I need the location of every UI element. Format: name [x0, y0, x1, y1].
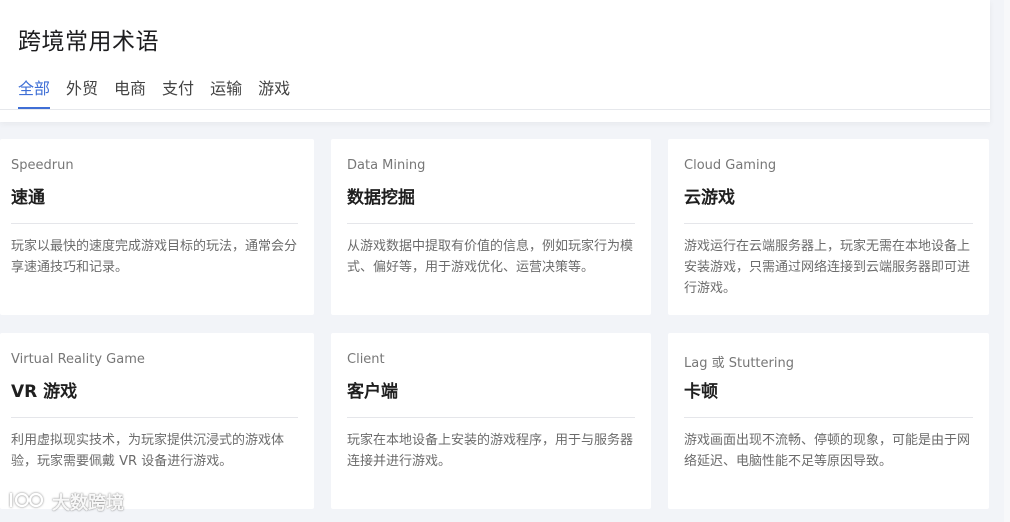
- term-english: Virtual Reality Game: [11, 352, 145, 367]
- term-chinese: VR 游戏: [11, 382, 78, 402]
- term-card[interactable]: Cloud Gaming 云游戏 游戏运行在云端服务器上，玩家无需在本地设备上安…: [668, 139, 989, 315]
- term-description: 游戏画面出现不流畅、停顿的现象，可能是由于网络延迟、电脑性能不足等原因导致。: [684, 433, 971, 469]
- card-divider: [11, 223, 298, 224]
- watermark: 大数跨境: [8, 488, 124, 516]
- tabs-divider: [0, 109, 990, 110]
- term-chinese: 客户端: [347, 382, 398, 402]
- term-english: Client: [347, 352, 385, 367]
- term-chinese: 数据挖掘: [347, 188, 415, 208]
- term-english: Data Mining: [347, 158, 426, 173]
- term-description: 玩家在本地设备上安装的游戏程序，用于与服务器连接并进行游戏。: [347, 433, 634, 469]
- term-chinese: 速通: [11, 188, 45, 208]
- card-divider: [347, 417, 635, 418]
- term-card[interactable]: Speedrun 速通 玩家以最快的速度完成游戏目标的玩法，通常会分享速通技巧和…: [0, 139, 314, 315]
- term-description: 利用虚拟现实技术，为玩家提供沉浸式的游戏体验，玩家需要佩戴 VR 设备进行游戏。: [11, 433, 285, 469]
- watermark-text: 大数跨境: [52, 493, 124, 514]
- card-divider: [347, 223, 635, 224]
- tab-gaming[interactable]: 游戏: [258, 78, 290, 109]
- header: 跨境常用术语 全部 外贸 电商 支付 运输 游戏: [0, 0, 990, 122]
- page-title: 跨境常用术语: [18, 29, 159, 55]
- category-tabs: 全部 外贸 电商 支付 运输 游戏: [18, 78, 290, 109]
- term-description: 游戏运行在云端服务器上，玩家无需在本地设备上安装游戏，只需通过网络连接到云端服务…: [684, 239, 971, 296]
- term-card-grid: Speedrun 速通 玩家以最快的速度完成游戏目标的玩法，通常会分享速通技巧和…: [0, 139, 990, 509]
- logo-icon: [8, 489, 46, 516]
- tab-foreign-trade[interactable]: 外贸: [66, 78, 98, 109]
- term-card[interactable]: Lag 或 Stuttering 卡顿 游戏画面出现不流畅、停顿的现象，可能是由…: [668, 333, 989, 509]
- tab-ecommerce[interactable]: 电商: [114, 78, 146, 109]
- tab-payment[interactable]: 支付: [162, 78, 194, 109]
- tab-all[interactable]: 全部: [18, 78, 51, 109]
- term-description: 从游戏数据中提取有价值的信息，例如玩家行为模式、偏好等，用于游戏优化、运营决策等…: [347, 239, 634, 275]
- card-divider: [684, 223, 973, 224]
- scrollbar-track[interactable]: [1004, 0, 1010, 522]
- card-divider: [11, 417, 298, 418]
- term-english: Speedrun: [11, 158, 74, 173]
- term-description: 玩家以最快的速度完成游戏目标的玩法，通常会分享速通技巧和记录。: [11, 239, 298, 275]
- term-card[interactable]: Virtual Reality Game VR 游戏 利用虚拟现实技术，为玩家提…: [0, 333, 314, 509]
- term-card[interactable]: Data Mining 数据挖掘 从游戏数据中提取有价值的信息，例如玩家行为模式…: [331, 139, 651, 315]
- term-english: Lag 或 Stuttering: [684, 356, 794, 371]
- term-english: Cloud Gaming: [684, 158, 777, 173]
- tab-shipping[interactable]: 运输: [210, 78, 242, 109]
- card-divider: [684, 417, 973, 418]
- term-chinese: 卡顿: [684, 382, 718, 402]
- term-chinese: 云游戏: [684, 188, 735, 208]
- term-card[interactable]: Client 客户端 玩家在本地设备上安装的游戏程序，用于与服务器连接并进行游戏…: [331, 333, 651, 509]
